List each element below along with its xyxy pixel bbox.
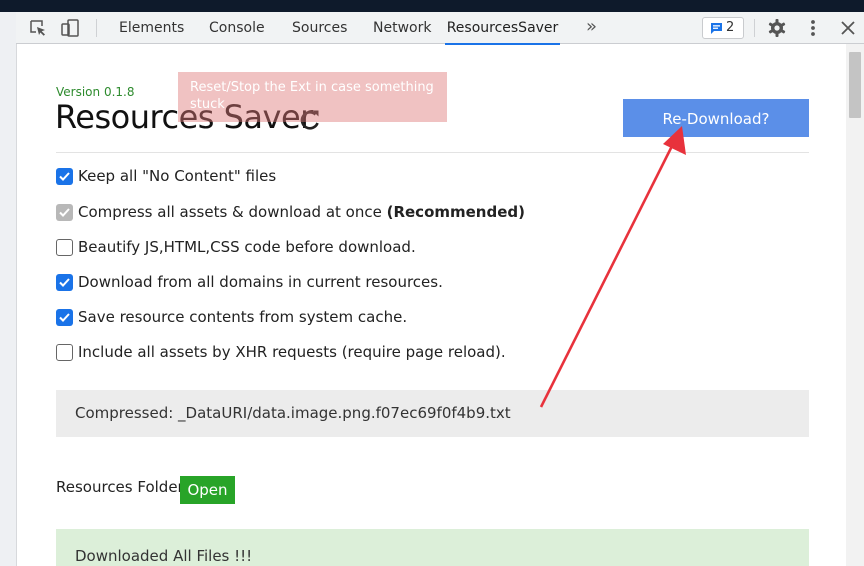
download-complete-banner: Downloaded All Files !!! [56,529,809,566]
tab-resourcessaver[interactable]: ResourcesSaver [445,12,560,45]
devtools-toolbar: Elements Console Sources Network Resourc… [16,12,864,45]
checkbox-checked[interactable] [56,274,73,291]
vertical-scrollbar[interactable] [846,44,864,566]
resources-saver-panel: Version 0.1.8 Resources Saver Reset/Stop… [17,45,846,566]
reset-tooltip: Reset/Stop the Ext in case something stu… [178,72,447,122]
issues-counter-button[interactable]: 2 [702,17,744,39]
checkbox-disabled-checked [56,204,73,221]
header-divider [56,152,809,153]
redownload-button[interactable]: Re-Download? [623,99,809,137]
toolbar-divider [754,19,755,37]
toolbar-divider [96,19,97,37]
device-toggle-icon[interactable] [60,18,80,38]
checkbox-unchecked[interactable] [56,239,73,256]
more-tabs-button[interactable]: » [586,12,597,44]
resources-folder-label: Resources Folder: [56,478,189,496]
option-label: Download from all domains in current res… [78,273,443,291]
option-label: Keep all "No Content" files [78,167,277,185]
compression-status: Compressed: _DataURI/data.image.png.f07e… [56,390,809,437]
tab-network[interactable]: Network [373,12,431,43]
left-edge-panel [0,12,17,566]
kebab-menu-icon[interactable] [803,18,823,38]
option-label: Beautify JS,HTML,CSS code before downloa… [78,238,416,256]
checkbox-checked[interactable] [56,309,73,326]
checkbox-unchecked[interactable] [56,344,73,361]
open-folder-button[interactable]: Open [180,476,235,504]
scrollbar-thumb[interactable] [849,52,861,118]
chat-icon [711,23,722,34]
checkbox-checked[interactable] [56,168,73,185]
tab-elements[interactable]: Elements [119,12,184,43]
version-label: Version 0.1.8 [56,85,135,99]
issues-count: 2 [726,20,735,35]
tab-sources[interactable]: Sources [292,12,347,43]
window-top-strip [0,0,864,12]
option-label: Save resource contents from system cache… [78,308,408,326]
inspect-element-icon[interactable] [28,18,48,38]
tab-console[interactable]: Console [209,12,265,43]
close-icon[interactable] [838,18,858,38]
option-label: Include all assets by XHR requests (requ… [78,343,506,361]
gear-icon[interactable] [767,18,787,38]
option-label: Compress all assets & download at once (… [78,203,525,221]
